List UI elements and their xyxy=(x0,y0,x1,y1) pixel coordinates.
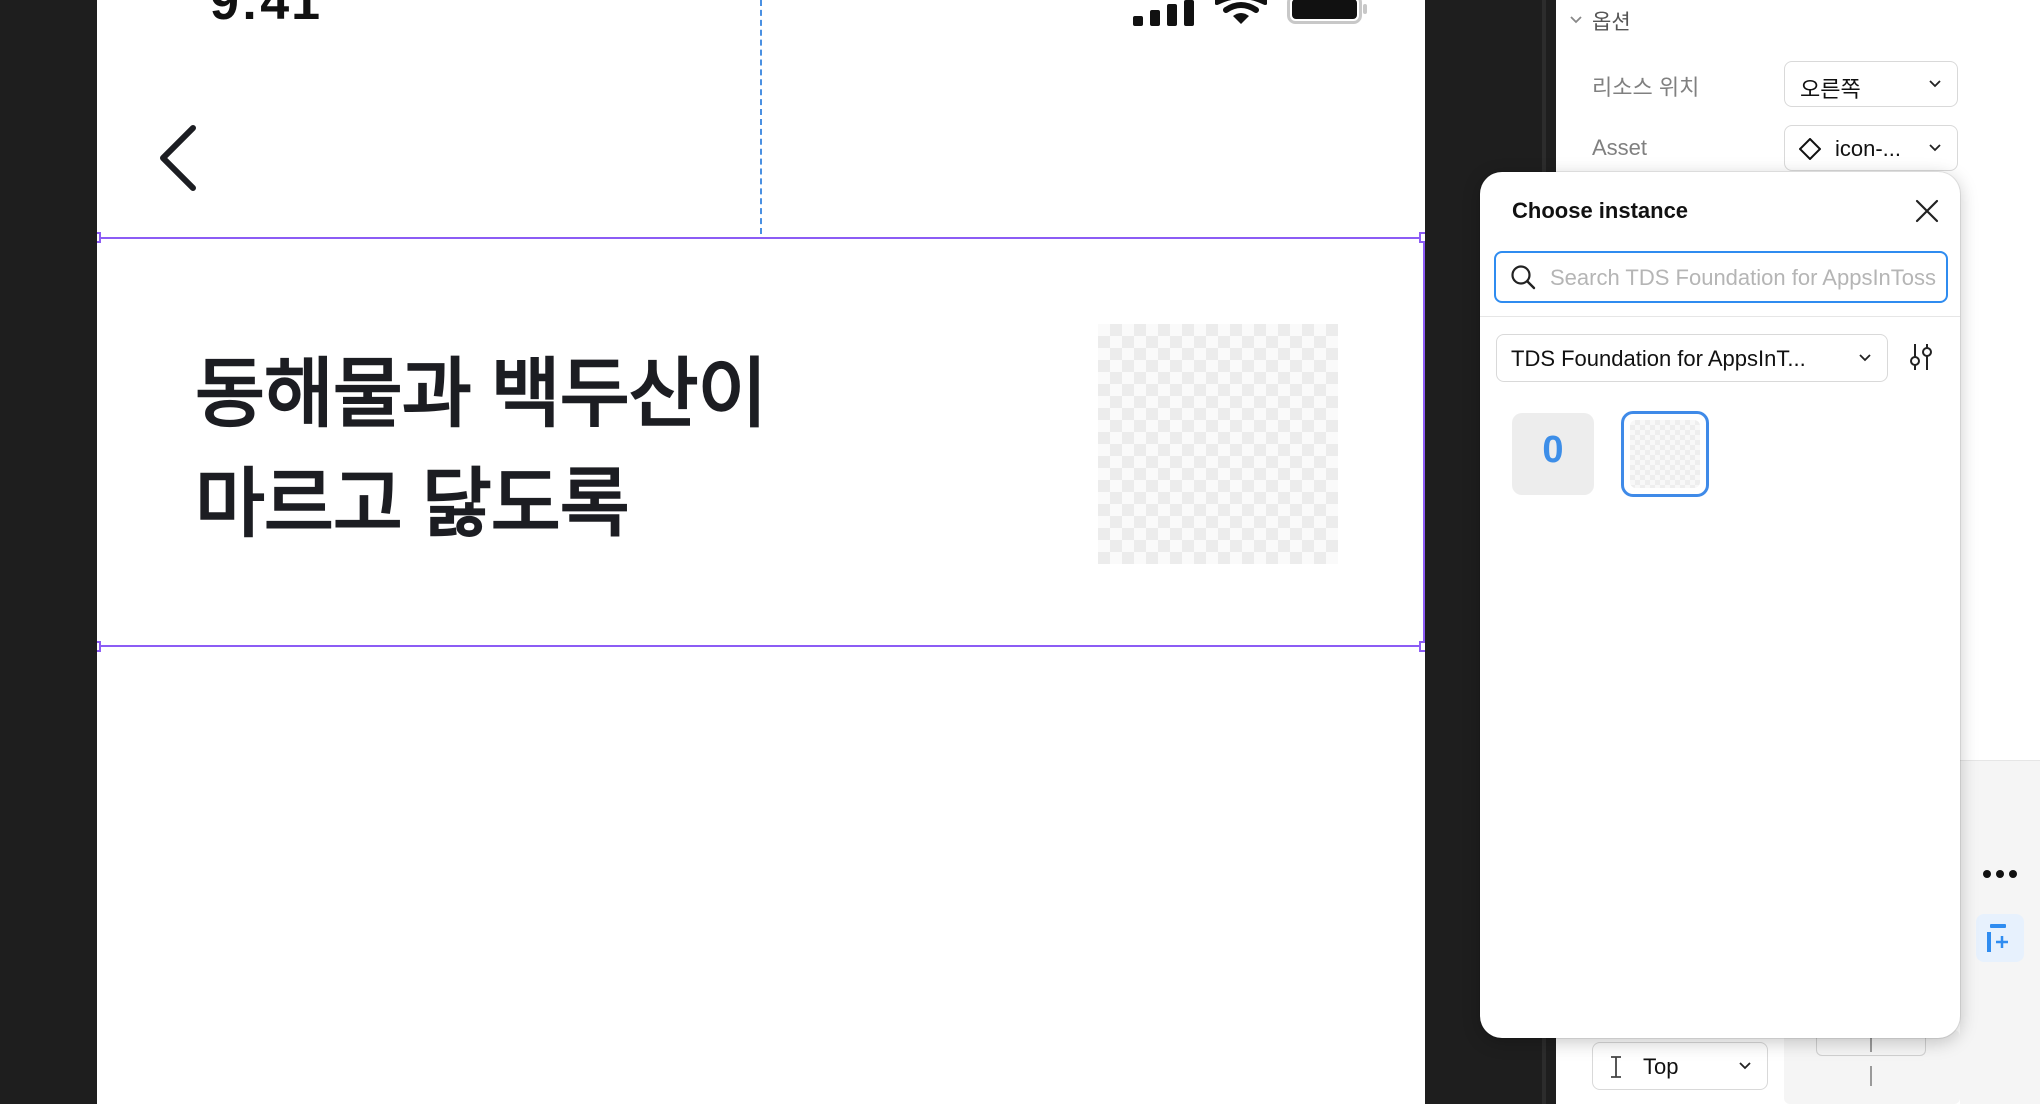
asset-select[interactable]: icon-... xyxy=(1784,125,1958,171)
constraint-top-tick[interactable] xyxy=(1870,1038,1872,1052)
search-field[interactable] xyxy=(1494,251,1948,303)
vertical-constraint-value: Top xyxy=(1643,1054,1679,1079)
resize-handle-bottom-left[interactable] xyxy=(97,641,101,652)
wifi-icon xyxy=(1215,0,1267,24)
choose-instance-popover: Choose instance TDS Foundation for AppsI… xyxy=(1480,172,1960,1038)
headline-text: 동해물과 백두산이 마르고 닳도록 xyxy=(195,340,767,560)
chevron-down-icon xyxy=(1929,144,1941,152)
headline-line-1: 동해물과 백두산이 xyxy=(195,352,767,437)
auto-layout-button[interactable] xyxy=(1976,914,2024,962)
filter-settings-icon[interactable] xyxy=(1906,342,1936,372)
resize-handle-bottom-right[interactable] xyxy=(1419,641,1425,652)
resize-handle-top-left[interactable] xyxy=(97,232,101,243)
signal-icon xyxy=(1133,0,1194,26)
vertical-constraint-select[interactable]: Top xyxy=(1592,1042,1768,1090)
library-select[interactable]: TDS Foundation for AppsInT... xyxy=(1496,334,1888,382)
collapse-chevron-icon[interactable] xyxy=(1568,12,1584,28)
asset-value: icon-... xyxy=(1835,136,1902,161)
component-instance-icon xyxy=(1799,138,1821,160)
search-input[interactable] xyxy=(1548,259,1942,297)
status-time: 9:41 xyxy=(210,0,323,31)
instance-item-selected[interactable] xyxy=(1621,411,1709,497)
instance-item-label: 0 xyxy=(1542,429,1564,471)
battery-icon xyxy=(1287,0,1367,24)
library-select-value: TDS Foundation for AppsInT... xyxy=(1511,346,1806,371)
panel-section-divider xyxy=(1960,760,2040,761)
constraints-widget[interactable] xyxy=(1784,1030,1960,1104)
chevron-down-icon xyxy=(1859,354,1871,362)
instance-item[interactable]: 0 xyxy=(1512,413,1594,495)
popover-title: Choose instance xyxy=(1512,198,1689,223)
resource-position-select[interactable]: 오른쪽 xyxy=(1784,61,1958,107)
auto-layout-icon xyxy=(1987,924,2008,952)
resource-position-label: 리소스 위치 xyxy=(1592,75,1700,100)
chevron-down-icon xyxy=(1739,1062,1751,1070)
asset-label: Asset xyxy=(1592,135,1648,160)
phone-frame[interactable]: 9:41 동해물과 백두산이 마르고 닳도록 xyxy=(97,0,1425,1104)
design-canvas[interactable]: 9:41 동해물과 백두산이 마르고 닳도록 xyxy=(0,0,1556,1104)
layout-guide-line xyxy=(760,0,762,234)
resize-handle-top-right[interactable] xyxy=(1419,232,1425,243)
more-options-icon[interactable] xyxy=(1982,868,2018,880)
instance-item-thumbnail xyxy=(1630,420,1700,488)
close-icon[interactable] xyxy=(1914,198,1940,224)
popover-divider xyxy=(1480,316,1960,317)
chevron-down-icon xyxy=(1929,80,1941,88)
image-placeholder xyxy=(1098,324,1338,564)
resource-position-value: 오른쪽 xyxy=(1800,77,1861,102)
constraint-bottom-tick[interactable] xyxy=(1870,1066,1872,1086)
back-chevron-icon[interactable] xyxy=(155,124,199,192)
search-icon xyxy=(1511,265,1536,290)
vertical-constraint-icon xyxy=(1611,1056,1621,1078)
headline-line-2: 마르고 닳도록 xyxy=(195,462,630,547)
options-section-title: 옵션 xyxy=(1592,11,1631,34)
